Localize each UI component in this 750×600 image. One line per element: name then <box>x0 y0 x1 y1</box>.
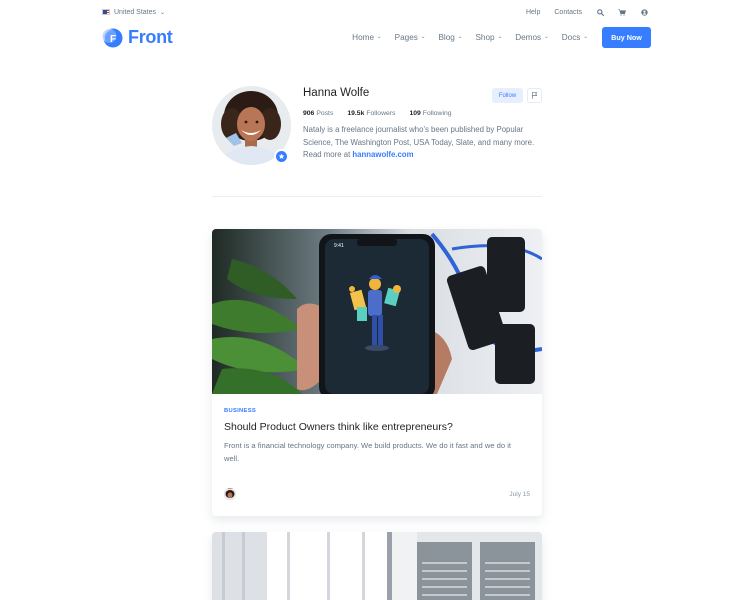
flag-icon <box>532 92 538 99</box>
chevron-down-icon: ⌄ <box>377 34 382 40</box>
article-body: BUSINESS Should Product Owners think lik… <box>212 394 542 516</box>
article-card-preview[interactable] <box>212 532 542 600</box>
nav-item-shop[interactable]: Shop ⌄ <box>475 33 502 42</box>
chevron-down-icon: ⌄ <box>544 34 549 40</box>
profile-bio: Nataly is a freelance journalist who's b… <box>303 124 543 162</box>
posts-count: 906 <box>303 110 315 117</box>
article-title[interactable]: Should Product Owners think like entrepr… <box>224 421 453 433</box>
article-date: July 15 <box>509 491 530 498</box>
chevron-down-icon: ⌄ <box>420 34 426 40</box>
posts-stat[interactable]: 906 Posts <box>303 110 333 117</box>
nav-label: Home <box>352 32 375 42</box>
following-stat[interactable]: 109 Following <box>409 110 451 117</box>
following-label: Following <box>422 110 452 117</box>
main-nav: Home ⌄ Pages ⌄ Blog ⌄ Shop ⌄ Demos ⌄ Docs ⌄ Bu… <box>339 26 651 48</box>
article-category[interactable]: BUSINESS <box>224 408 256 414</box>
article-image-preview <box>212 532 542 600</box>
follow-button[interactable]: Follow <box>492 88 523 103</box>
locale-label: United States <box>114 8 157 16</box>
chevron-down-icon: ⌄ <box>457 34 463 40</box>
bio-website-link[interactable]: hannawolfe.com <box>352 150 413 159</box>
nav-item-demos[interactable]: Demos ⌄ <box>515 33 549 42</box>
chevron-down-icon: ⌄ <box>583 34 588 40</box>
main-header: F Front Home ⌄ Pages ⌄ Blog ⌄ Shop ⌄ Demos ⌄ … <box>102 25 651 49</box>
us-flag-icon <box>102 9 110 15</box>
nav-item-blog[interactable]: Blog ⌄ <box>438 33 462 42</box>
followers-label: Followers <box>366 110 396 117</box>
nav-item-docs[interactable]: Docs ⌄ <box>562 33 588 42</box>
svg-text:F: F <box>110 34 116 45</box>
phone-time: 9:41 <box>334 243 344 249</box>
report-flag-button[interactable] <box>527 88 542 103</box>
cart-icon[interactable] <box>618 8 626 16</box>
following-count: 109 <box>409 110 421 117</box>
top-utility-bar: United States ⌄ Help Contacts <box>102 6 648 18</box>
contacts-link[interactable]: Contacts <box>554 9 582 16</box>
nav-label: Demos <box>515 32 542 42</box>
nav-label: Pages <box>394 32 418 42</box>
help-link[interactable]: Help <box>526 9 540 16</box>
locale-selector[interactable]: United States ⌄ <box>102 9 165 16</box>
bio-text: Nataly is a freelance journalist who's b… <box>303 125 535 160</box>
search-icon[interactable] <box>596 8 604 16</box>
nav-item-pages[interactable]: Pages ⌄ <box>395 33 426 42</box>
brand-logo[interactable]: F Front <box>102 27 173 48</box>
article-card[interactable]: 9:41 BUSINESS Should Product Owners thin… <box>212 229 542 516</box>
chevron-down-icon: ⌄ <box>160 9 166 16</box>
article-image[interactable]: 9:41 <box>212 229 542 399</box>
article-excerpt: Front is a financial technology company.… <box>224 441 512 463</box>
account-icon[interactable] <box>640 8 648 16</box>
posts-label: Posts <box>316 110 334 117</box>
utility-links: Help Contacts <box>526 8 648 16</box>
nav-label: Shop <box>475 32 495 42</box>
brand-name: Front <box>128 26 173 47</box>
nav-label: Blog <box>438 32 455 42</box>
profile-name: Hanna Wolfe <box>303 87 370 99</box>
nav-item-home[interactable]: Home ⌄ <box>352 33 381 42</box>
author-profile: Hanna Wolfe 906 Posts 19.5k Followers 109 F… <box>212 86 542 166</box>
author-avatar[interactable] <box>224 488 236 500</box>
buy-now-button[interactable]: Buy Now <box>602 26 651 48</box>
section-divider <box>212 196 542 197</box>
chevron-down-icon: ⌄ <box>497 34 503 40</box>
followers-stat[interactable]: 19.5k Followers <box>347 110 395 117</box>
verified-badge-icon <box>274 149 289 164</box>
followers-count: 19.5k <box>347 110 365 117</box>
profile-stats: 906 Posts 19.5k Followers 109 Following <box>303 110 452 117</box>
nav-label: Docs <box>561 32 581 42</box>
front-logo-icon: F <box>102 27 123 48</box>
